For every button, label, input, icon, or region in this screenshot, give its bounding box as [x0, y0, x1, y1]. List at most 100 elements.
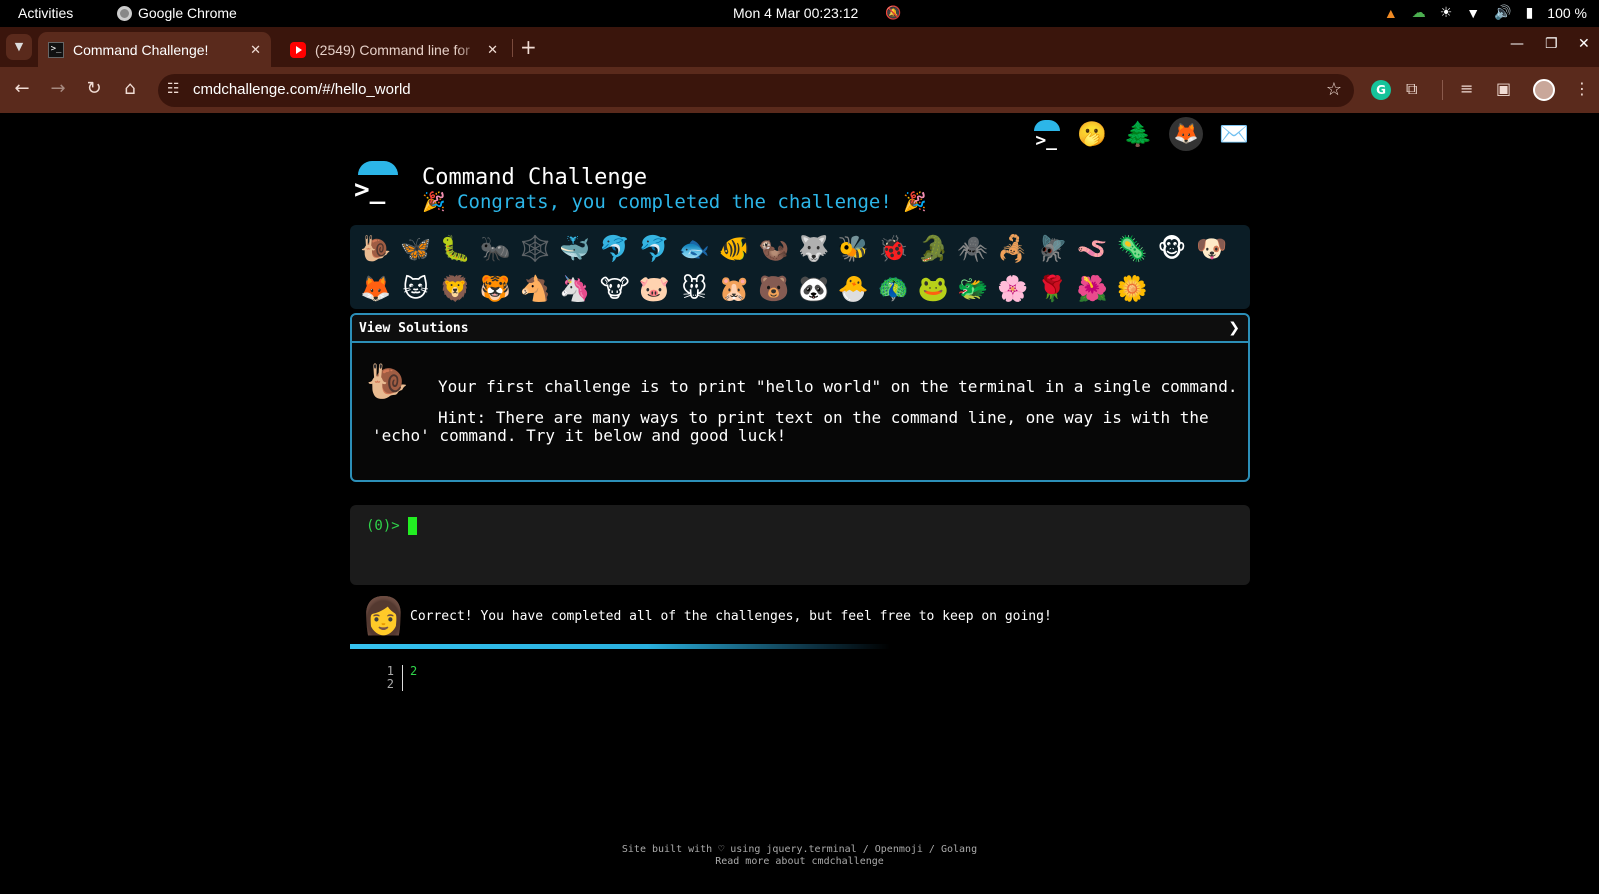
challenge-emoji-icon[interactable]: 🦄 [555, 269, 595, 309]
status-message: Correct! You have completed all of the c… [410, 609, 1052, 624]
challenge-emoji-icon[interactable]: 🐷 [635, 269, 675, 309]
challenge-emoji-icon[interactable]: 🦂 [993, 229, 1033, 269]
view-solutions-toggle[interactable]: View Solutions ❯ [352, 315, 1248, 343]
minimize-icon[interactable]: — [1510, 36, 1524, 52]
challenge-emoji-icon[interactable]: 🐳 [555, 229, 595, 269]
tab-youtube[interactable]: (2549) Command line for ✕ [280, 32, 508, 67]
challenge-emoji-icon[interactable]: 🐼 [794, 269, 834, 309]
gutter-divider [402, 665, 403, 691]
solutions-panel: View Solutions ❯ 🐌 Your first challenge … [350, 313, 1250, 482]
challenge-emoji-icon[interactable]: 🦠 [1112, 229, 1152, 269]
challenge-emoji-icon[interactable]: 🌼 [1112, 269, 1152, 309]
email-link-icon[interactable]: ✉️ [1219, 118, 1249, 150]
challenge-emoji-icon[interactable]: 🐵 [1152, 229, 1192, 269]
new-tab-button[interactable]: + [520, 35, 537, 59]
challenge-emoji-icon[interactable]: 🐴 [515, 269, 555, 309]
close-window-icon[interactable]: ✕ [1578, 36, 1590, 52]
progress-fill [350, 644, 890, 649]
challenge-emoji-icon[interactable]: 🦋 [396, 229, 436, 269]
close-tab-icon[interactable]: ✕ [487, 42, 498, 58]
challenge-emoji-icon[interactable]: 🐌 [356, 229, 396, 269]
challenge-emoji-icon[interactable]: 🐝 [834, 229, 874, 269]
profile-avatar[interactable] [1533, 79, 1555, 101]
challenge-emoji-icon[interactable]: 🐜 [475, 229, 515, 269]
challenge-emoji-icon[interactable]: 🐲 [953, 269, 993, 309]
browser-toolbar: ← → ↻ ⌂ ☷ cmdchallenge.com/#/hello_world… [0, 67, 1599, 113]
challenge-emoji-icon[interactable]: 🦚 [873, 269, 913, 309]
tab-command-challenge[interactable]: >_ Command Challenge! ✕ [38, 32, 271, 67]
tree-emoji-link-icon[interactable]: 🌲 [1123, 118, 1153, 150]
challenge-emoji-icon[interactable]: 🐭 [674, 269, 714, 309]
gitlab-link-icon[interactable]: 🦊 [1169, 117, 1204, 151]
media-queue-icon[interactable]: ≡ [1460, 79, 1473, 98]
activities-button[interactable]: Activities [18, 5, 73, 21]
challenge-description: Your first challenge is to print "hello … [438, 377, 1238, 396]
output-content: 2 [410, 664, 418, 678]
challenge-emoji-icon[interactable]: 🐹 [714, 269, 754, 309]
challenge-emoji-icon[interactable]: 🪱 [1072, 229, 1112, 269]
face-emoji-link-icon[interactable]: 🫢 [1077, 118, 1107, 150]
snail-icon: 🐌 [366, 362, 409, 402]
challenge-emoji-icon[interactable]: 🐬 [595, 229, 635, 269]
challenge-emoji-icon[interactable]: 🐛 [436, 229, 476, 269]
grammarly-extension-icon[interactable]: G [1371, 80, 1391, 100]
kebab-menu-icon[interactable]: ⋮ [1574, 79, 1590, 98]
tab-title: (2549) Command line for [315, 41, 470, 58]
challenge-emoji-icon[interactable]: 🕷️ [953, 229, 993, 269]
footer-about-link[interactable]: Read more about cmdchallenge [0, 856, 1599, 868]
challenge-emoji-icon[interactable]: 🐬 [635, 229, 675, 269]
side-panel-icon[interactable]: ▣ [1496, 79, 1511, 98]
restore-icon[interactable]: ❐ [1545, 36, 1558, 52]
challenge-emoji-icon[interactable]: 🐺 [794, 229, 834, 269]
brightness-icon: ☀ [1439, 4, 1453, 20]
challenge-emoji-icon[interactable]: 🪰 [1033, 229, 1073, 269]
challenge-emoji-icon[interactable]: 🐯 [475, 269, 515, 309]
challenge-emoji-icon[interactable]: 🐠 [714, 229, 754, 269]
chevron-right-icon: ❯ [1228, 320, 1240, 336]
site-info-icon[interactable]: ☷ [167, 81, 180, 97]
bookmark-star-icon[interactable]: ☆ [1326, 79, 1342, 100]
system-tray[interactable]: ▲ ☁ ☀ ▼ 🔊 ▮ 100 % [1384, 4, 1587, 21]
challenge-emoji-icon[interactable]: 🐸 [913, 269, 953, 309]
challenge-emoji-icon[interactable]: 🐮 [595, 269, 635, 309]
congrats-message: 🎉 Congrats, you completed the challenge!… [422, 191, 927, 213]
footer: Site built with ♡ using jquery.terminal … [0, 844, 1599, 868]
challenge-emoji-icon[interactable]: 🌹 [1033, 269, 1073, 309]
tab-title: Command Challenge! [73, 41, 209, 58]
challenge-emoji-icon[interactable]: 🐣 [834, 269, 874, 309]
reload-icon[interactable]: ↻ [82, 78, 106, 99]
challenge-emoji-icon[interactable]: 🦊 [356, 269, 396, 309]
address-bar[interactable]: ☷ cmdchallenge.com/#/hello_world ☆ [158, 74, 1354, 107]
challenge-emoji-icon[interactable]: 🌸 [993, 269, 1033, 309]
challenge-emoji-icon[interactable]: 🌺 [1072, 269, 1112, 309]
challenge-emoji-icon[interactable]: 🦦 [754, 229, 794, 269]
cmdchallenge-logo-icon[interactable]: >_ [1033, 118, 1061, 151]
cloud-icon[interactable]: ☁ [1412, 4, 1426, 21]
extensions-puzzle-icon[interactable]: ⧉ [1406, 79, 1417, 99]
challenge-emoji-icon[interactable]: 🐟 [674, 229, 714, 269]
hint-line-1: Hint: There are many ways to print text … [438, 408, 1209, 427]
challenge-emoji-icon[interactable]: 🐊 [913, 229, 953, 269]
footer-credits[interactable]: Site built with ♡ using jquery.terminal … [0, 844, 1599, 856]
person-icon: 👩 [361, 596, 406, 637]
forward-icon[interactable]: → [46, 78, 70, 99]
challenge-emoji-icon[interactable]: 🐱 [396, 269, 436, 309]
challenge-emoji-icon[interactable]: 🦁 [436, 269, 476, 309]
page-content: >_ 🫢 🌲 🦊 ✉️ >_ Command Challenge 🎉 Congr… [0, 113, 1599, 894]
terminal[interactable]: (0)> [350, 505, 1250, 585]
clock[interactable]: Mon 4 Mar 00:23:12 [733, 5, 858, 21]
vlc-icon[interactable]: ▲ [1384, 5, 1398, 21]
url-text[interactable]: cmdchallenge.com/#/hello_world [193, 81, 411, 98]
close-tab-icon[interactable]: ✕ [250, 42, 261, 58]
home-icon[interactable]: ⌂ [118, 78, 142, 99]
line-numbers: 12 [380, 665, 394, 691]
tab-strip: ▼ >_ Command Challenge! ✕ (2549) Command… [0, 27, 1599, 67]
challenge-emoji-icon[interactable]: 🐻 [754, 269, 794, 309]
app-menu[interactable]: Google Chrome [117, 5, 237, 21]
challenge-emoji-icon[interactable]: 🕸️ [515, 229, 555, 269]
back-icon[interactable]: ← [10, 78, 34, 99]
challenge-emoji-icon[interactable]: 🐞 [873, 229, 913, 269]
challenge-progress-grid: 🐌 🦋 🐛 🐜 🕸️ 🐳 🐬 🐬 🐟 🐠 🦦 🐺 🐝 🐞 🐊 🕷️ 🦂 🪰 🪱 🦠 🐵 🐶 🦊 🐱 🦁 🐯 🐴 🦄 🐮 🐷 🐭 🐹 🐻 🐼 🐣 🦚 🐸 🐲… [350, 225, 1250, 309]
challenge-emoji-icon[interactable]: 🐶 [1192, 229, 1232, 269]
tab-search-button[interactable]: ▼ [6, 34, 32, 60]
